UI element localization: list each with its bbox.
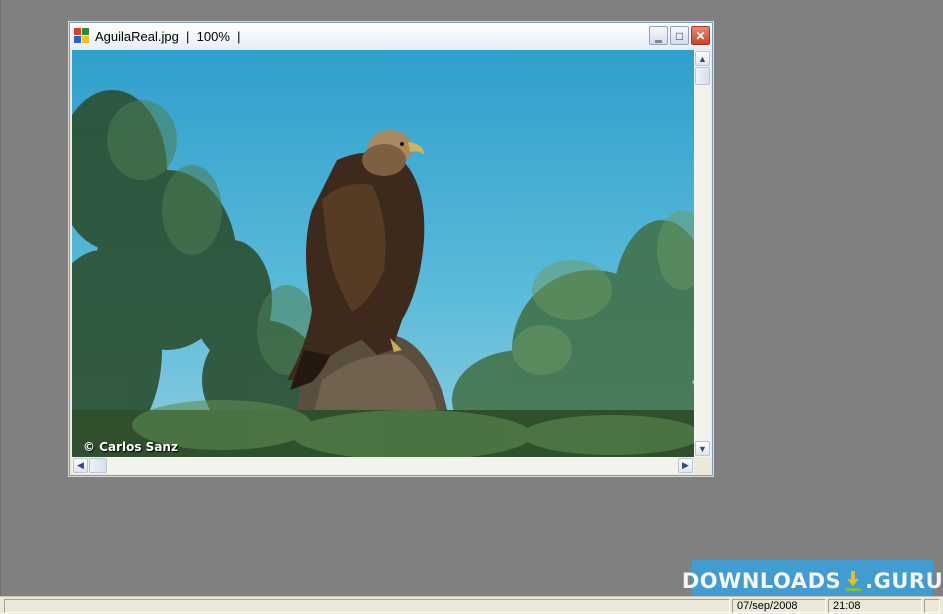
status-bar: 07/sep/2008 21:08 (0, 596, 943, 614)
scroll-down-icon: ▼ (698, 443, 707, 454)
minimize-icon: ‗ (655, 28, 662, 43)
resize-grip[interactable] (694, 457, 711, 474)
watermark-logo: DOWNLOADS .GURU (682, 560, 943, 601)
minimize-button[interactable]: ‗ (649, 26, 668, 45)
horizontal-scrollbar[interactable]: ◀ ▶ (72, 457, 694, 474)
maximize-icon: □ (675, 28, 684, 43)
maximize-button[interactable]: □ (670, 26, 689, 45)
horizontal-scroll-thumb[interactable] (89, 458, 107, 473)
image-file-icon (74, 28, 90, 44)
image-canvas[interactable]: © Carlos Sanz (72, 50, 694, 457)
window-titlebar[interactable]: AguilaReal.jpg | 100% | ‗ □ ✕ (70, 23, 712, 49)
close-icon: ✕ (695, 28, 706, 43)
scroll-left-icon: ◀ (77, 460, 84, 470)
watermark-left-text: DOWNLOADS (681, 568, 842, 593)
scroll-down-button[interactable]: ▼ (695, 441, 710, 456)
scroll-right-button[interactable]: ▶ (678, 458, 693, 473)
download-arrow-icon (844, 570, 862, 592)
status-message-panel (4, 599, 730, 613)
scroll-up-button[interactable]: ▲ (695, 51, 710, 66)
photo-credit: © Carlos Sanz (83, 440, 178, 454)
image-window[interactable]: AguilaReal.jpg | 100% | ‗ □ ✕ © Carlos S… (69, 22, 713, 476)
scroll-right-icon: ▶ (682, 460, 689, 470)
status-time: 21:08 (828, 599, 922, 613)
vertical-scroll-thumb[interactable] (695, 67, 710, 85)
desktop-edge (0, 0, 1, 596)
vertical-scrollbar[interactable]: ▲ ▼ (694, 50, 711, 457)
scroll-up-icon: ▲ (698, 53, 707, 64)
status-extra-panel (924, 599, 940, 613)
status-date: 07/sep/2008 (732, 599, 826, 613)
watermark-right-text: .GURU (865, 568, 943, 593)
close-button[interactable]: ✕ (691, 26, 710, 45)
scroll-left-button[interactable]: ◀ (73, 458, 88, 473)
eagle-photo (72, 50, 694, 457)
window-title: AguilaReal.jpg | 100% | (95, 28, 241, 44)
